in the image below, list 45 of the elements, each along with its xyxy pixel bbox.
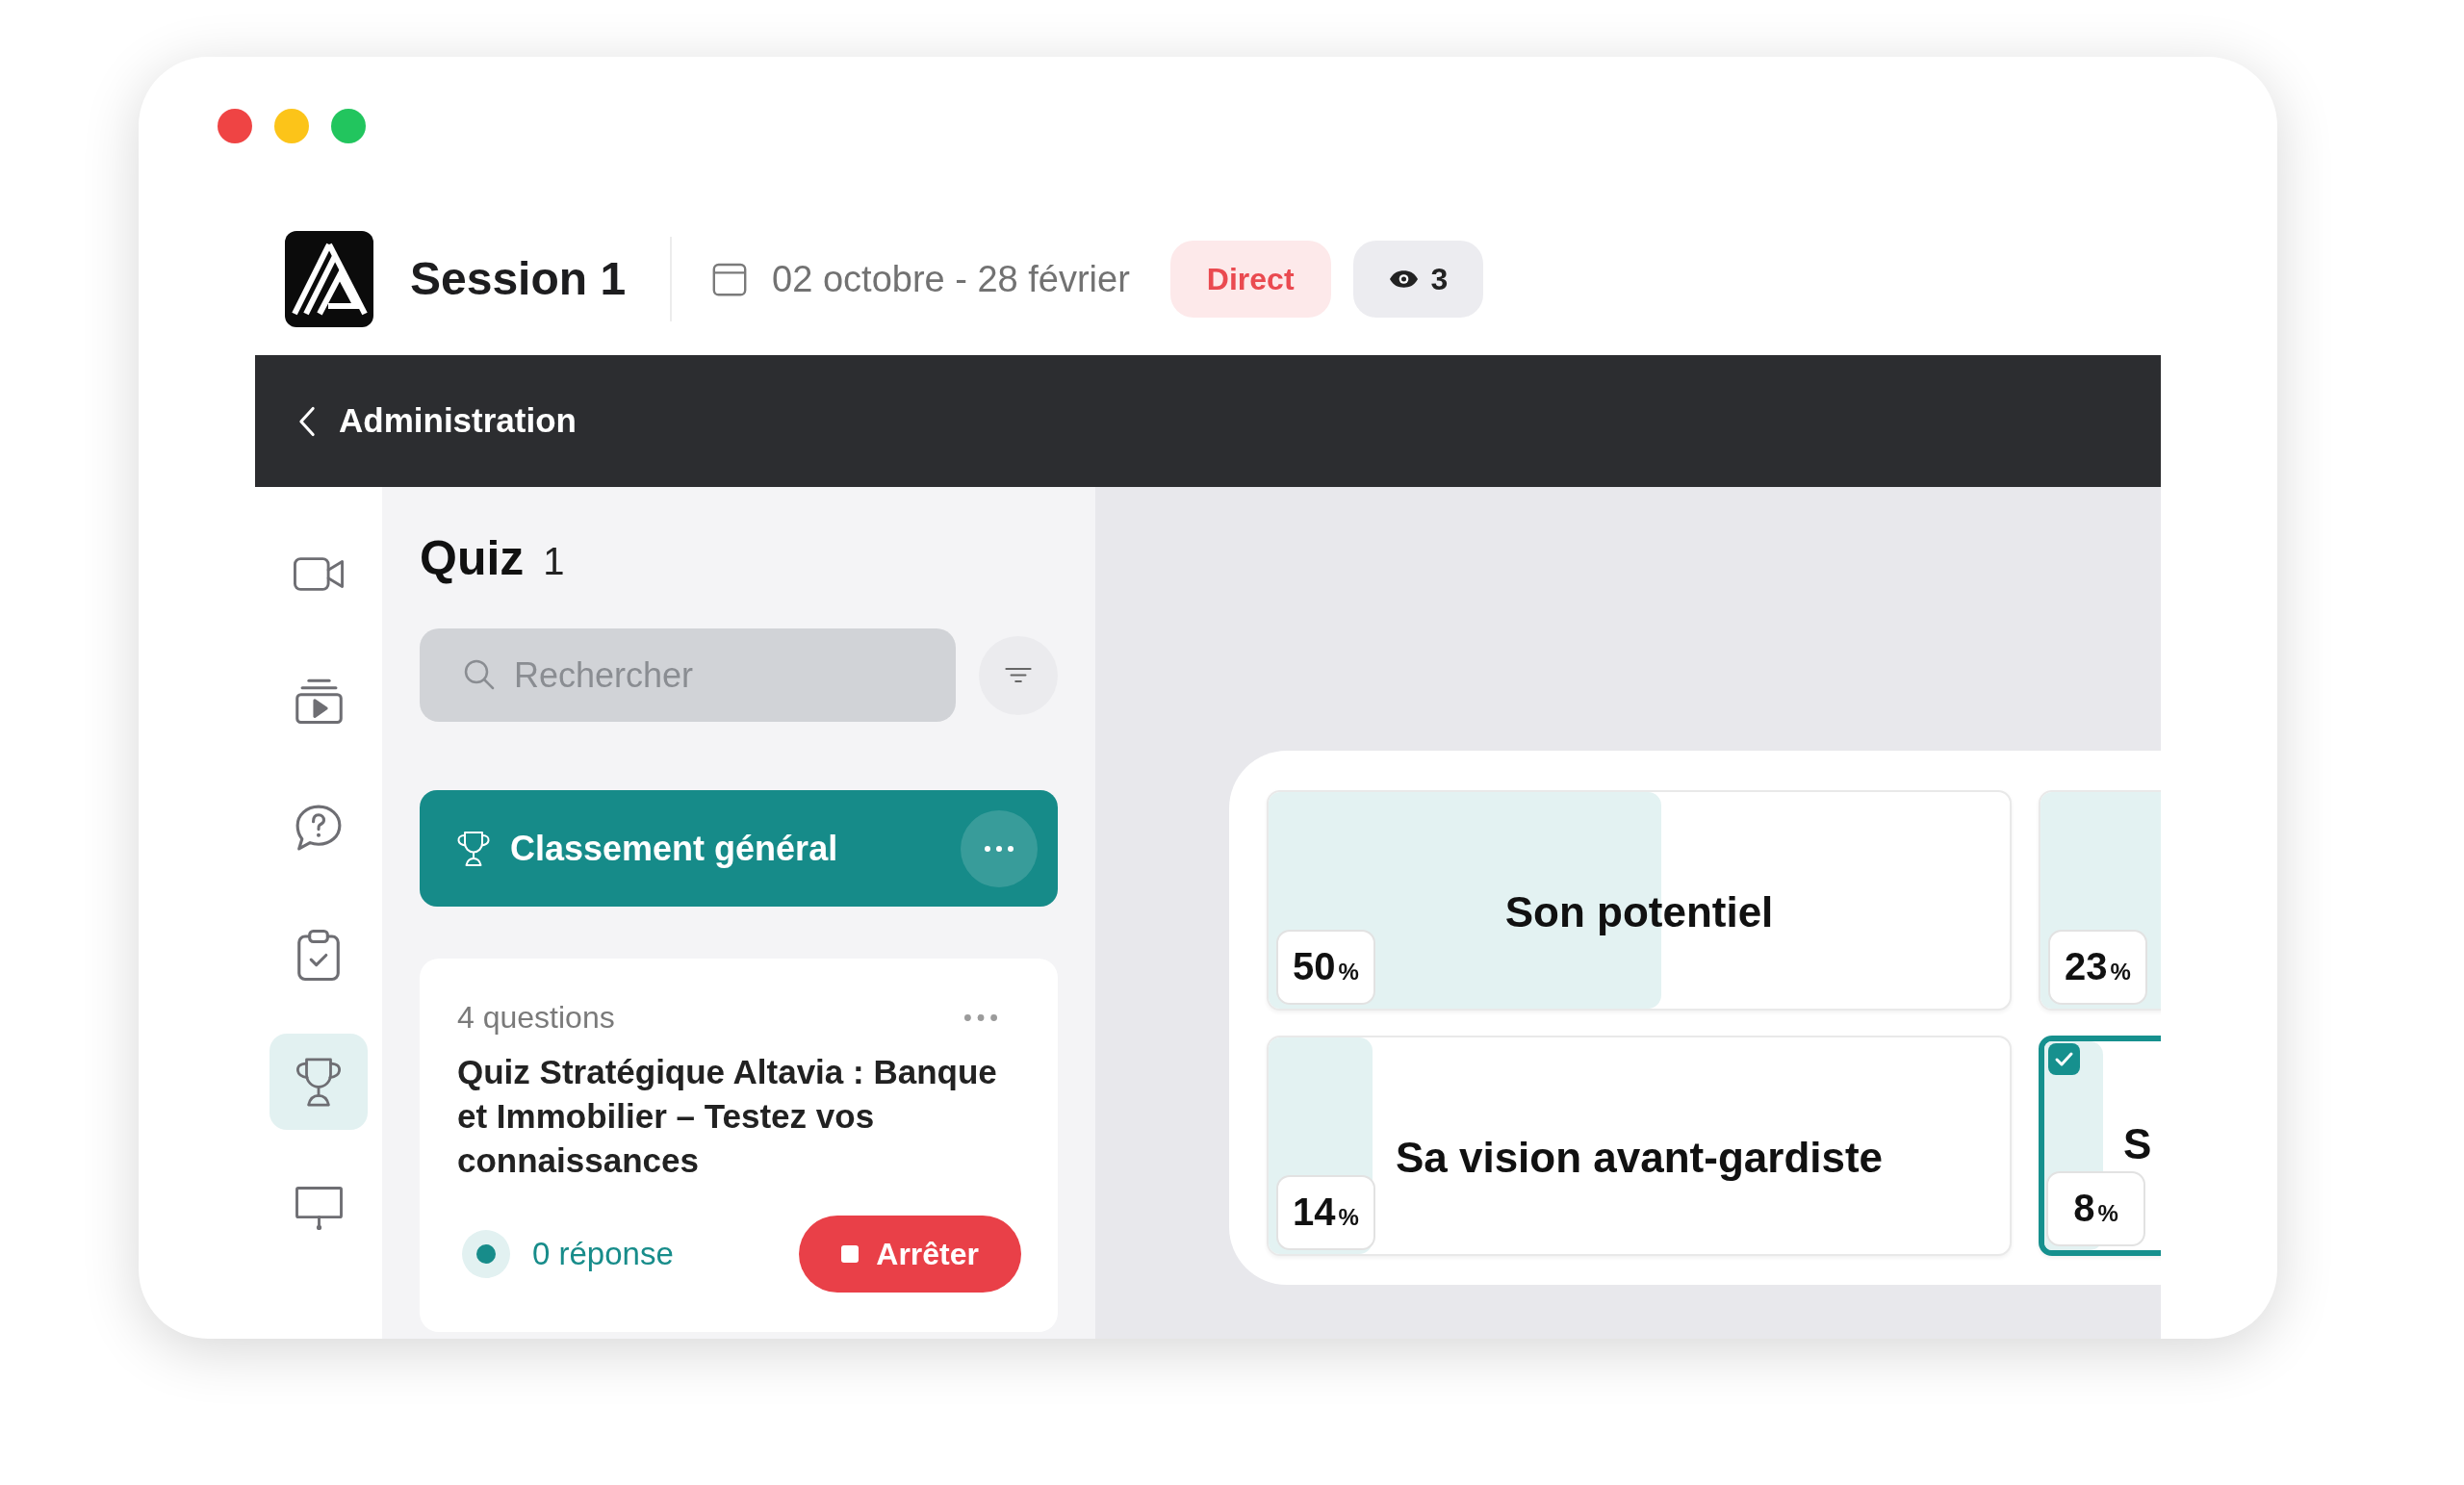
quiz-count: 1	[543, 542, 565, 580]
percent-badge: 14%	[1276, 1175, 1375, 1250]
presentation-board-icon	[295, 1187, 343, 1231]
calendar-icon	[712, 262, 748, 296]
logo-icon	[285, 231, 373, 327]
session-title: Session 1	[410, 252, 627, 306]
filter-icon	[1005, 667, 1032, 683]
sidebar-button[interactable]	[270, 1034, 368, 1130]
percent-badge: 23%	[2048, 930, 2147, 1005]
eye-icon	[1388, 269, 1419, 289]
quiz-card[interactable]: 4 questions Quiz Stratégique Altavia : Banque et Immobilier – Testez vos connaissances 0 réponse Arrêter	[420, 959, 1058, 1332]
trophy-icon	[295, 1056, 343, 1108]
answer-option[interactable]: Son potentiel 50%	[1267, 790, 2012, 1011]
quiz-title: Quiz Stratégique Altavia : Banque et Immobilier – Testez vos connaissances	[457, 1052, 998, 1181]
chevron-left-icon	[298, 405, 316, 437]
search-field[interactable]: Rechercher	[420, 628, 956, 722]
answer-label: S	[2123, 1122, 2152, 1165]
play-stack-icon	[295, 678, 343, 724]
viewer-count: 3	[1430, 261, 1449, 298]
percent-badge: 50%	[1276, 930, 1375, 1005]
answer-label: Son potentiel	[1504, 890, 1774, 934]
clipboard-check-icon	[297, 929, 340, 981]
live-status-badge: Direct	[1169, 241, 1331, 318]
trophy-icon	[456, 830, 491, 867]
answer-option[interactable]: 23%	[2039, 790, 2161, 1011]
percent-badge: 8%	[2046, 1171, 2145, 1246]
answer-option[interactable]: S 8%	[2039, 1036, 2161, 1256]
status-dot-icon	[462, 1230, 510, 1278]
window-close-button[interactable]	[218, 109, 252, 143]
response-count: 0 réponse	[532, 1235, 674, 1274]
panel-title: Quiz	[420, 534, 525, 582]
video-camera-icon	[294, 556, 344, 591]
question-count: 4 questions	[457, 999, 615, 1037]
check-icon	[2048, 1043, 2080, 1075]
question-bubble-icon	[295, 804, 343, 852]
answer-option[interactable]: Sa vision avant-gardiste 14%	[1267, 1036, 2012, 1256]
leaderboard-item[interactable]: Classement général	[420, 790, 1058, 907]
back-button[interactable]: Administration	[298, 396, 577, 447]
more-icon	[985, 845, 1014, 852]
answer-label: Sa vision avant-gardiste	[1395, 1136, 1884, 1179]
search-icon	[464, 659, 495, 690]
date-range: 02 octobre - 28 février	[772, 257, 1130, 301]
more-icon	[964, 1013, 997, 1021]
stop-icon	[841, 1245, 860, 1263]
stop-button[interactable]: Arrêter	[799, 1216, 1021, 1293]
